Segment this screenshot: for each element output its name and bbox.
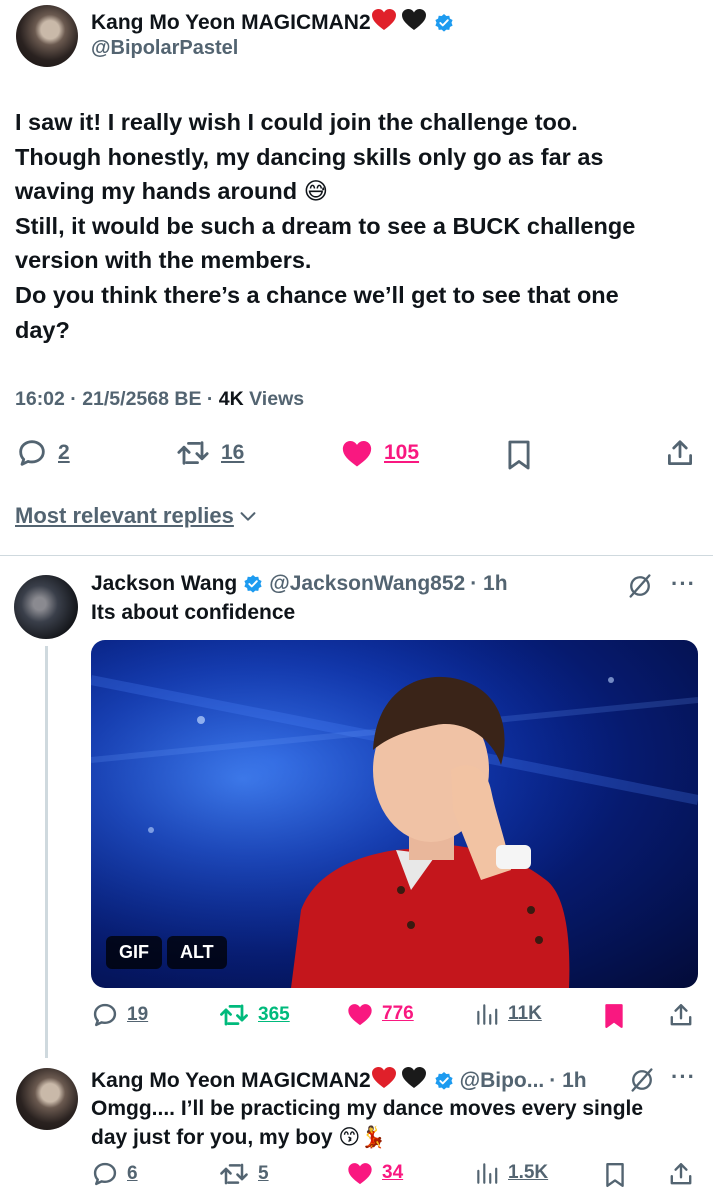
share-icon xyxy=(668,440,692,465)
reply-display-name[interactable]: Jackson Wang xyxy=(91,572,237,596)
reply-time[interactable]: · 1h xyxy=(470,572,507,596)
reply-icon xyxy=(19,440,45,466)
more-options-icon[interactable]: ··· xyxy=(671,571,696,597)
black-heart-icon xyxy=(401,8,427,38)
red-heart-icon xyxy=(371,1066,397,1096)
kiss-dancer-emoji: 😙💃 xyxy=(338,1126,387,1149)
share-button[interactable] xyxy=(668,1160,694,1193)
reply-header: Jackson Wang @JacksonWang852 · 1h xyxy=(91,572,508,596)
views-count: 1.5K xyxy=(508,1162,549,1183)
bookmark-icon xyxy=(606,1162,624,1188)
analytics-icon xyxy=(477,1004,498,1025)
bookmark-icon xyxy=(508,440,530,470)
reply-button[interactable]: 19 xyxy=(91,1001,148,1029)
reply-count: 6 xyxy=(127,1163,138,1184)
reply-count: 2 xyxy=(58,441,70,464)
tweet-line: Though honestly, my dancing skills only … xyxy=(15,143,604,170)
reply-button[interactable]: 2 xyxy=(16,437,70,469)
reply-time[interactable]: · 1h xyxy=(549,1069,586,1093)
views-label: Views xyxy=(249,388,305,410)
black-heart-icon xyxy=(401,1066,427,1096)
verified-badge-icon xyxy=(434,1071,454,1091)
like-count: 105 xyxy=(384,441,420,464)
views-button[interactable]: 11K xyxy=(474,1001,542,1027)
reply-handle[interactable]: @JacksonWang852 xyxy=(269,572,465,596)
author-name-row: Kang Mo Yeon MAGICMAN2 xyxy=(91,8,454,38)
reply-text: Its about confidence xyxy=(91,601,296,624)
author-handle[interactable]: @BipolarPastel xyxy=(91,37,238,60)
repost-icon xyxy=(220,1163,248,1185)
reply-text: Omgg.... I’ll be practicing my dance mov… xyxy=(91,1094,701,1152)
gif-badge: GIF xyxy=(106,936,162,969)
analytics-icon xyxy=(477,1163,498,1184)
share-icon xyxy=(670,1004,692,1026)
chevron-down-icon xyxy=(240,512,256,521)
sort-label: Most relevant replies xyxy=(15,503,234,528)
reply-avatar[interactable] xyxy=(14,575,78,639)
heart-filled-icon xyxy=(348,1163,372,1185)
like-count: 34 xyxy=(382,1162,404,1183)
views-button[interactable]: 1.5K xyxy=(474,1160,548,1186)
tweet-line: Do you think there’s a chance we’ll get … xyxy=(15,281,619,308)
reply-display-name[interactable]: Kang Mo Yeon MAGICMAN2 xyxy=(91,1069,371,1093)
tweet-timestamp[interactable]: 16:02 · 21/5/2568 BE · xyxy=(15,388,219,410)
tweet-line: Still, it would be such a dream to see a… xyxy=(15,212,636,239)
red-heart-icon xyxy=(371,8,397,38)
sort-replies-dropdown[interactable]: Most relevant replies xyxy=(15,503,259,529)
grok-icon[interactable] xyxy=(626,572,654,605)
views-count: 11K xyxy=(508,1003,542,1024)
verified-badge-icon xyxy=(243,574,263,594)
tweet-line-text: waving my hands around xyxy=(15,178,298,205)
bookmark-button[interactable] xyxy=(603,1003,625,1034)
thread-line xyxy=(45,646,48,1058)
like-button[interactable]: 776 xyxy=(346,1001,414,1027)
like-count: 776 xyxy=(382,1003,414,1024)
reply-handle[interactable]: @Bipo... xyxy=(460,1069,545,1093)
reply-line-text: day just for you, my boy xyxy=(91,1126,333,1149)
tweet-line: version with the members. xyxy=(15,247,312,274)
bookmark-button[interactable] xyxy=(604,1162,626,1193)
reply-count: 19 xyxy=(127,1004,149,1025)
tweet-line: I saw it! I really wish I could join the… xyxy=(15,109,578,135)
like-button[interactable]: 105 xyxy=(340,437,419,469)
share-button[interactable] xyxy=(668,1001,694,1034)
repost-icon xyxy=(220,1004,248,1026)
bookmark-button[interactable] xyxy=(506,439,532,476)
reply-button[interactable]: 6 xyxy=(91,1160,138,1188)
tweet-line: day? xyxy=(15,316,70,343)
repost-count: 365 xyxy=(258,1004,290,1025)
repost-button[interactable]: 365 xyxy=(218,1001,290,1029)
reply-avatar[interactable] xyxy=(16,1068,78,1130)
repost-button[interactable]: 16 xyxy=(175,437,244,469)
heart-filled-icon xyxy=(348,1004,372,1026)
heart-filled-icon xyxy=(342,440,372,467)
alt-badge[interactable]: ALT xyxy=(167,936,227,969)
divider xyxy=(0,555,713,556)
share-icon xyxy=(670,1163,692,1185)
sweat-smile-emoji: 😅 xyxy=(303,178,329,205)
reply-header: Kang Mo Yeon MAGICMAN2 @Bipo... · 1h xyxy=(91,1066,587,1096)
author-avatar[interactable] xyxy=(16,5,78,67)
tweet-line: waving my hands around 😅 xyxy=(15,174,705,209)
views-count: 4K xyxy=(218,388,244,410)
reply-gif-media[interactable]: GIF ALT xyxy=(91,640,698,988)
reply-icon xyxy=(93,1162,117,1186)
reply-line: Omgg.... I’ll be practicing my dance mov… xyxy=(91,1097,644,1120)
repost-count: 16 xyxy=(221,441,245,464)
repost-count: 5 xyxy=(258,1163,269,1184)
more-options-icon[interactable]: ··· xyxy=(671,1064,696,1090)
share-button[interactable] xyxy=(665,437,695,474)
like-button[interactable]: 34 xyxy=(346,1160,403,1186)
repost-icon xyxy=(177,441,209,465)
reply-line: day just for you, my boy 😙💃 xyxy=(91,1123,701,1152)
verified-badge-icon xyxy=(434,13,454,33)
repost-button[interactable]: 5 xyxy=(218,1160,269,1188)
tweet-meta: 16:02 · 21/5/2568 BE · 4K Views xyxy=(15,388,304,411)
bookmark-filled-icon xyxy=(605,1004,623,1028)
author-display-name[interactable]: Kang Mo Yeon MAGICMAN2 xyxy=(91,11,371,35)
tweet-text: I saw it! I really wish I could join the… xyxy=(15,105,705,347)
reply-icon xyxy=(93,1003,117,1027)
